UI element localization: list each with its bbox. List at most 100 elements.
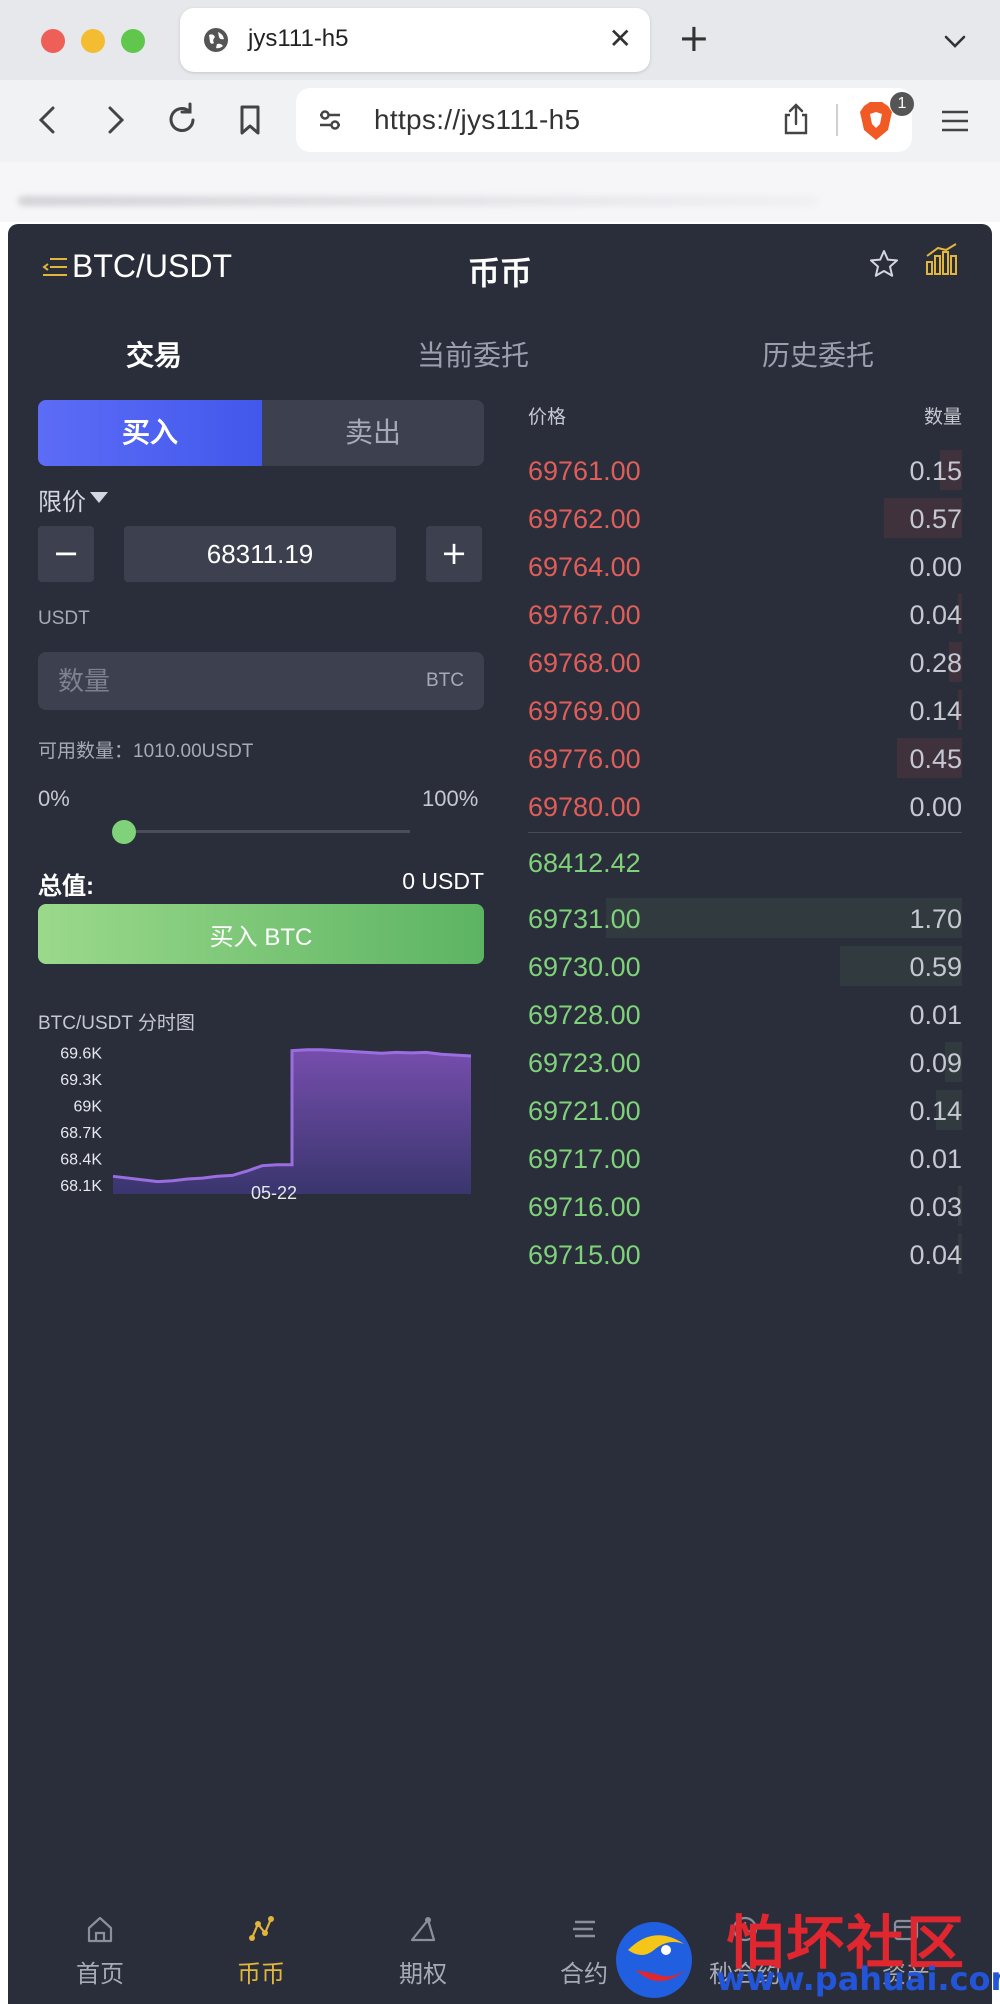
browser-tab-bar: jys111-h5 ✕ + [0,0,1000,80]
tab-close-icon[interactable]: ✕ [609,22,632,55]
ask-qty: 0.57 [909,504,962,534]
order-type-select[interactable]: 限价 [38,482,86,517]
bid-row[interactable]: 69728.00 0.01 [528,994,962,1034]
ask-price: 69780.00 [528,792,641,822]
bid-price: 69717.00 [528,1144,641,1174]
bid-price: 69721.00 [528,1096,641,1126]
forward-icon[interactable] [95,100,135,140]
ask-row[interactable]: 69767.00 0.04 [528,594,962,634]
bid-qty: 0.01 [909,1144,962,1174]
ask-row[interactable]: 69776.00 0.45 [528,738,962,778]
bottom-nav-item[interactable]: 期权 [363,1914,483,1994]
tab-order-history[interactable]: 历史委托 [762,334,874,374]
ask-row[interactable]: 69761.00 0.15 [528,450,962,490]
home-icon [87,1916,113,1943]
star-icon[interactable] [868,248,900,280]
tab-trade[interactable]: 交易 [126,334,182,374]
watermark-url: www.pahuai.com [716,1960,1000,1998]
ask-price: 69769.00 [528,696,641,726]
bid-qty: 0.03 [909,1192,962,1222]
ask-price: 69762.00 [528,504,641,534]
blurred-bookmarks [18,196,818,206]
ask-row[interactable]: 69762.00 0.57 [528,498,962,538]
tab-title: jys111-h5 [248,25,349,52]
bid-qty: 0.59 [909,952,962,982]
new-tab-button[interactable]: + [678,16,710,60]
percent-slider[interactable] [120,830,410,833]
y-tick-label: 68.1K [60,1178,102,1195]
y-tick-label: 69K [74,1099,103,1116]
address-bar[interactable]: https://jys111-h5 1 [296,88,914,152]
bottom-nav-item[interactable]: 首页 [40,1914,160,1994]
y-tick-label: 68.7K [60,1125,102,1142]
ask-price: 69767.00 [528,600,641,630]
tab-open-orders[interactable]: 当前委托 [417,334,529,374]
site-settings-icon[interactable] [316,106,344,134]
browser-toolbar: https://jys111-h5 1 [0,80,1000,162]
y-tick-label: 69.6K [60,1045,102,1062]
order-tabs: 交易 当前委托 历史委托 [8,334,992,384]
bid-row[interactable]: 69721.00 0.14 [528,1090,962,1130]
sell-side-button[interactable]: 卖出 [262,400,484,466]
caret-down-icon[interactable] [90,492,108,503]
total-label: 总值: [38,873,94,900]
window-close-button[interactable] [41,29,65,53]
share-icon[interactable] [780,102,812,136]
ask-price: 69761.00 [528,456,641,486]
buy-side-button[interactable]: 买入 [38,400,262,466]
slider-min-label: 0% [38,786,70,811]
quantity-unit: BTC [426,670,464,691]
y-tick-label: 68.4K [60,1152,102,1169]
bottom-nav-item[interactable]: 币币 [201,1914,321,1994]
window-zoom-button[interactable] [121,29,145,53]
bid-row[interactable]: 69730.00 0.59 [528,946,962,986]
bid-qty: 1.70 [909,904,962,934]
ask-qty: 0.00 [909,552,962,582]
bid-row[interactable]: 69717.00 0.01 [528,1138,962,1178]
bid-price: 69716.00 [528,1192,641,1222]
bottom-nav-label: 期权 [399,1961,447,1988]
ask-row[interactable]: 69780.00 0.00 [528,786,962,826]
chevron-down-icon[interactable] [940,26,970,56]
menu-icon[interactable] [940,108,970,134]
quantity-input[interactable] [58,652,398,710]
mini-price-chart[interactable]: 69.6K 69.3K 69K 68.7K 68.4K 68.1K 05-22 [38,1044,478,1204]
quantity-field[interactable]: BTC [38,652,484,710]
menu-collapse-icon[interactable] [42,256,68,278]
back-icon[interactable] [28,100,68,140]
browser-tab[interactable]: jys111-h5 ✕ [180,8,650,72]
buy-btc-button[interactable]: 买入 BTC [38,904,484,964]
ask-qty: 0.15 [909,456,962,486]
price-increment-button[interactable]: + [426,526,482,582]
price-decrement-button[interactable]: − [38,526,94,582]
bid-row[interactable]: 69723.00 0.09 [528,1042,962,1082]
reload-icon[interactable] [162,100,202,140]
window-minimize-button[interactable] [81,29,105,53]
bid-price: 69723.00 [528,1048,641,1078]
shields-count-badge: 1 [890,92,914,116]
trading-pair[interactable]: BTC/USDT [72,248,232,285]
ask-price: 69768.00 [528,648,641,678]
kline-chart-icon[interactable] [924,242,958,276]
available-balance: 可用数量：1010.00USDT [38,741,254,762]
bookmark-icon[interactable] [230,100,270,140]
ask-row[interactable]: 69764.00 0.00 [528,546,962,586]
ask-qty: 0.04 [909,600,962,630]
ask-row[interactable]: 69769.00 0.14 [528,690,962,730]
ask-row[interactable]: 69768.00 0.28 [528,642,962,682]
last-price[interactable]: 68412.42 [528,848,641,879]
slider-thumb[interactable] [112,820,136,844]
price-input[interactable] [124,526,396,582]
bid-qty: 0.14 [909,1096,962,1126]
divider [836,104,838,136]
orderbook-price-header: 价格 [528,407,567,428]
bid-row[interactable]: 69716.00 0.03 [528,1186,962,1226]
globe-icon [204,28,228,52]
bid-qty: 0.04 [909,1240,962,1270]
x-tick-label: 05-22 [251,1183,297,1203]
bid-row[interactable]: 69731.00 1.70 [528,898,962,938]
ask-qty: 0.00 [909,792,962,822]
ask-qty: 0.45 [909,744,962,774]
orderbook-divider [528,832,962,833]
bid-row[interactable]: 69715.00 0.04 [528,1234,962,1274]
